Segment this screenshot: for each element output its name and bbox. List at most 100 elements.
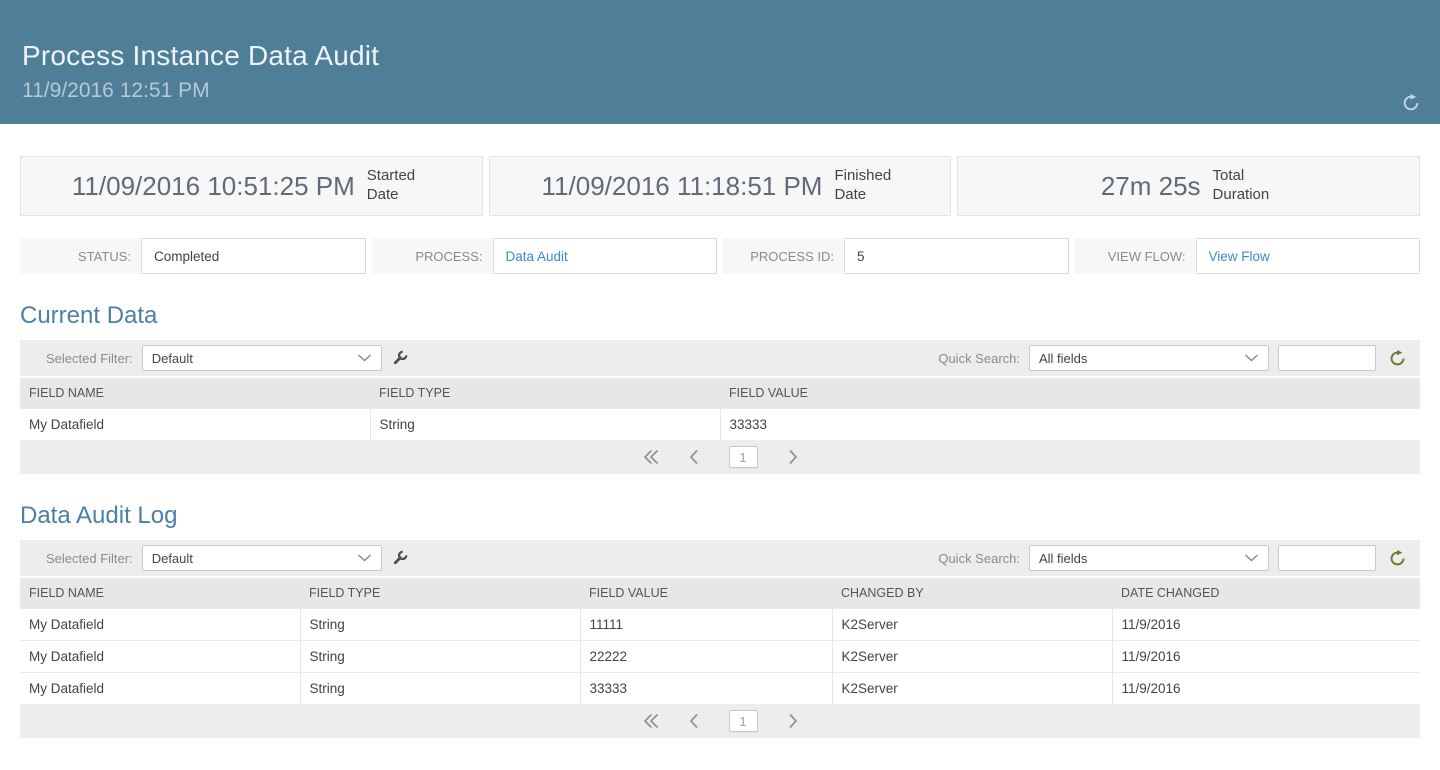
view-flow-label: VIEW FLOW: [1075, 238, 1196, 274]
filter-group: Selected Filter: Default [46, 545, 408, 571]
refresh-icon[interactable] [1402, 94, 1420, 112]
filter-select[interactable]: Default [142, 345, 382, 371]
current-page-indicator[interactable]: 1 [729, 446, 758, 468]
field-process-id: PROCESS ID: 5 [723, 238, 1069, 274]
previous-page-icon[interactable] [689, 449, 699, 465]
chevron-down-icon [357, 354, 372, 362]
cell-changed-by: K2Server [832, 672, 1112, 704]
page-title: Process Instance Data Audit [22, 0, 1418, 72]
first-page-icon[interactable] [643, 449, 659, 465]
data-audit-log-pagination: 1 [20, 704, 1420, 738]
current-data-pagination: 1 [20, 440, 1420, 474]
quick-search-group: Quick Search: All fields [938, 545, 1406, 571]
cell-field-type: String [370, 408, 720, 440]
info-fields: STATUS: Completed PROCESS: Data Audit PR… [20, 238, 1420, 274]
filter-select-value: Default [152, 351, 193, 366]
table-row[interactable]: My Datafield String 22222 K2Server 11/9/… [20, 640, 1420, 672]
column-header-field-name: FIELD NAME [20, 578, 300, 608]
cell-changed-by: K2Server [832, 608, 1112, 640]
table-row[interactable]: My Datafield String 33333 [20, 408, 1420, 440]
section-title-current-data: Current Data [20, 302, 1420, 330]
current-page-indicator[interactable]: 1 [729, 710, 758, 732]
started-date-label: Started Date [367, 167, 431, 205]
column-header-changed-by: CHANGED BY [832, 578, 1112, 608]
cell-field-name: My Datafield [20, 608, 300, 640]
process-id-value: 5 [844, 238, 1069, 274]
quick-search-label: Quick Search: [938, 551, 1020, 566]
data-audit-log-table: FIELD NAME FIELD TYPE FIELD VALUE CHANGE… [20, 578, 1420, 704]
previous-page-icon[interactable] [689, 713, 699, 729]
cell-date-changed: 11/9/2016 [1112, 640, 1420, 672]
view-flow-value: View Flow [1196, 238, 1421, 274]
status-label: STATUS: [20, 238, 141, 274]
cell-field-type: String [300, 672, 580, 704]
quick-search-input[interactable] [1278, 345, 1376, 371]
next-page-icon[interactable] [788, 713, 798, 729]
cell-field-value: 33333 [580, 672, 832, 704]
selected-filter-label: Selected Filter: [46, 351, 133, 366]
total-duration-value: 27m 25s [1101, 171, 1201, 202]
quick-search-input[interactable] [1278, 545, 1376, 571]
cell-field-type: String [300, 640, 580, 672]
table-header-row: FIELD NAME FIELD TYPE FIELD VALUE CHANGE… [20, 578, 1420, 608]
quick-search-group: Quick Search: All fields [938, 345, 1406, 371]
data-audit-log-toolbar: Selected Filter: Default Quick Search: A… [20, 540, 1420, 576]
search-scope-select[interactable]: All fields [1029, 345, 1269, 371]
summary-card-finished-date: 11/09/2016 11:18:51 PM Finished Date [489, 156, 952, 216]
status-value: Completed [141, 238, 366, 274]
summary-cards: 11/09/2016 10:51:25 PM Started Date 11/0… [20, 156, 1420, 216]
cell-field-value: 33333 [720, 408, 1420, 440]
chevron-down-icon [1244, 554, 1259, 562]
app-header: Process Instance Data Audit 11/9/2016 12… [0, 0, 1440, 124]
field-view-flow: VIEW FLOW: View Flow [1075, 238, 1421, 274]
column-header-field-value: FIELD VALUE [580, 578, 832, 608]
process-value: Data Audit [493, 238, 718, 274]
refresh-icon[interactable] [1389, 350, 1406, 367]
section-title-data-audit-log: Data Audit Log [20, 502, 1420, 530]
search-scope-value: All fields [1039, 551, 1087, 566]
filter-select[interactable]: Default [142, 545, 382, 571]
cell-date-changed: 11/9/2016 [1112, 608, 1420, 640]
field-status: STATUS: Completed [20, 238, 366, 274]
filter-select-value: Default [152, 551, 193, 566]
process-link[interactable]: Data Audit [506, 249, 568, 264]
wrench-icon[interactable] [391, 550, 408, 567]
summary-card-started-date: 11/09/2016 10:51:25 PM Started Date [20, 156, 483, 216]
cell-changed-by: K2Server [832, 640, 1112, 672]
process-id-label: PROCESS ID: [723, 238, 844, 274]
current-data-table: FIELD NAME FIELD TYPE FIELD VALUE My Dat… [20, 378, 1420, 440]
table-header-row: FIELD NAME FIELD TYPE FIELD VALUE [20, 378, 1420, 408]
next-page-icon[interactable] [788, 449, 798, 465]
finished-date-value: 11/09/2016 11:18:51 PM [542, 171, 823, 202]
table-row[interactable]: My Datafield String 11111 K2Server 11/9/… [20, 608, 1420, 640]
header-timestamp: 11/9/2016 12:51 PM [22, 79, 1418, 103]
search-scope-select[interactable]: All fields [1029, 545, 1269, 571]
refresh-icon[interactable] [1389, 550, 1406, 567]
quick-search-label: Quick Search: [938, 351, 1020, 366]
column-header-field-name: FIELD NAME [20, 378, 370, 408]
field-process: PROCESS: Data Audit [372, 238, 718, 274]
cell-field-type: String [300, 608, 580, 640]
first-page-icon[interactable] [643, 713, 659, 729]
column-header-field-type: FIELD TYPE [370, 378, 720, 408]
selected-filter-label: Selected Filter: [46, 551, 133, 566]
wrench-icon[interactable] [391, 350, 408, 367]
main-content: 11/09/2016 10:51:25 PM Started Date 11/0… [0, 156, 1440, 738]
column-header-date-changed: DATE CHANGED [1112, 578, 1420, 608]
cell-field-value: 11111 [580, 608, 832, 640]
total-duration-label: Total Duration [1213, 167, 1277, 205]
filter-group: Selected Filter: Default [46, 345, 408, 371]
column-header-field-type: FIELD TYPE [300, 578, 580, 608]
cell-date-changed: 11/9/2016 [1112, 672, 1420, 704]
search-scope-value: All fields [1039, 351, 1087, 366]
process-label: PROCESS: [372, 238, 493, 274]
view-flow-link[interactable]: View Flow [1209, 249, 1270, 264]
finished-date-label: Finished Date [834, 167, 898, 205]
column-header-field-value: FIELD VALUE [720, 378, 1420, 408]
summary-card-total-duration: 27m 25s Total Duration [957, 156, 1420, 216]
table-row[interactable]: My Datafield String 33333 K2Server 11/9/… [20, 672, 1420, 704]
cell-field-name: My Datafield [20, 408, 370, 440]
chevron-down-icon [1244, 354, 1259, 362]
cell-field-name: My Datafield [20, 672, 300, 704]
started-date-value: 11/09/2016 10:51:25 PM [72, 171, 355, 202]
